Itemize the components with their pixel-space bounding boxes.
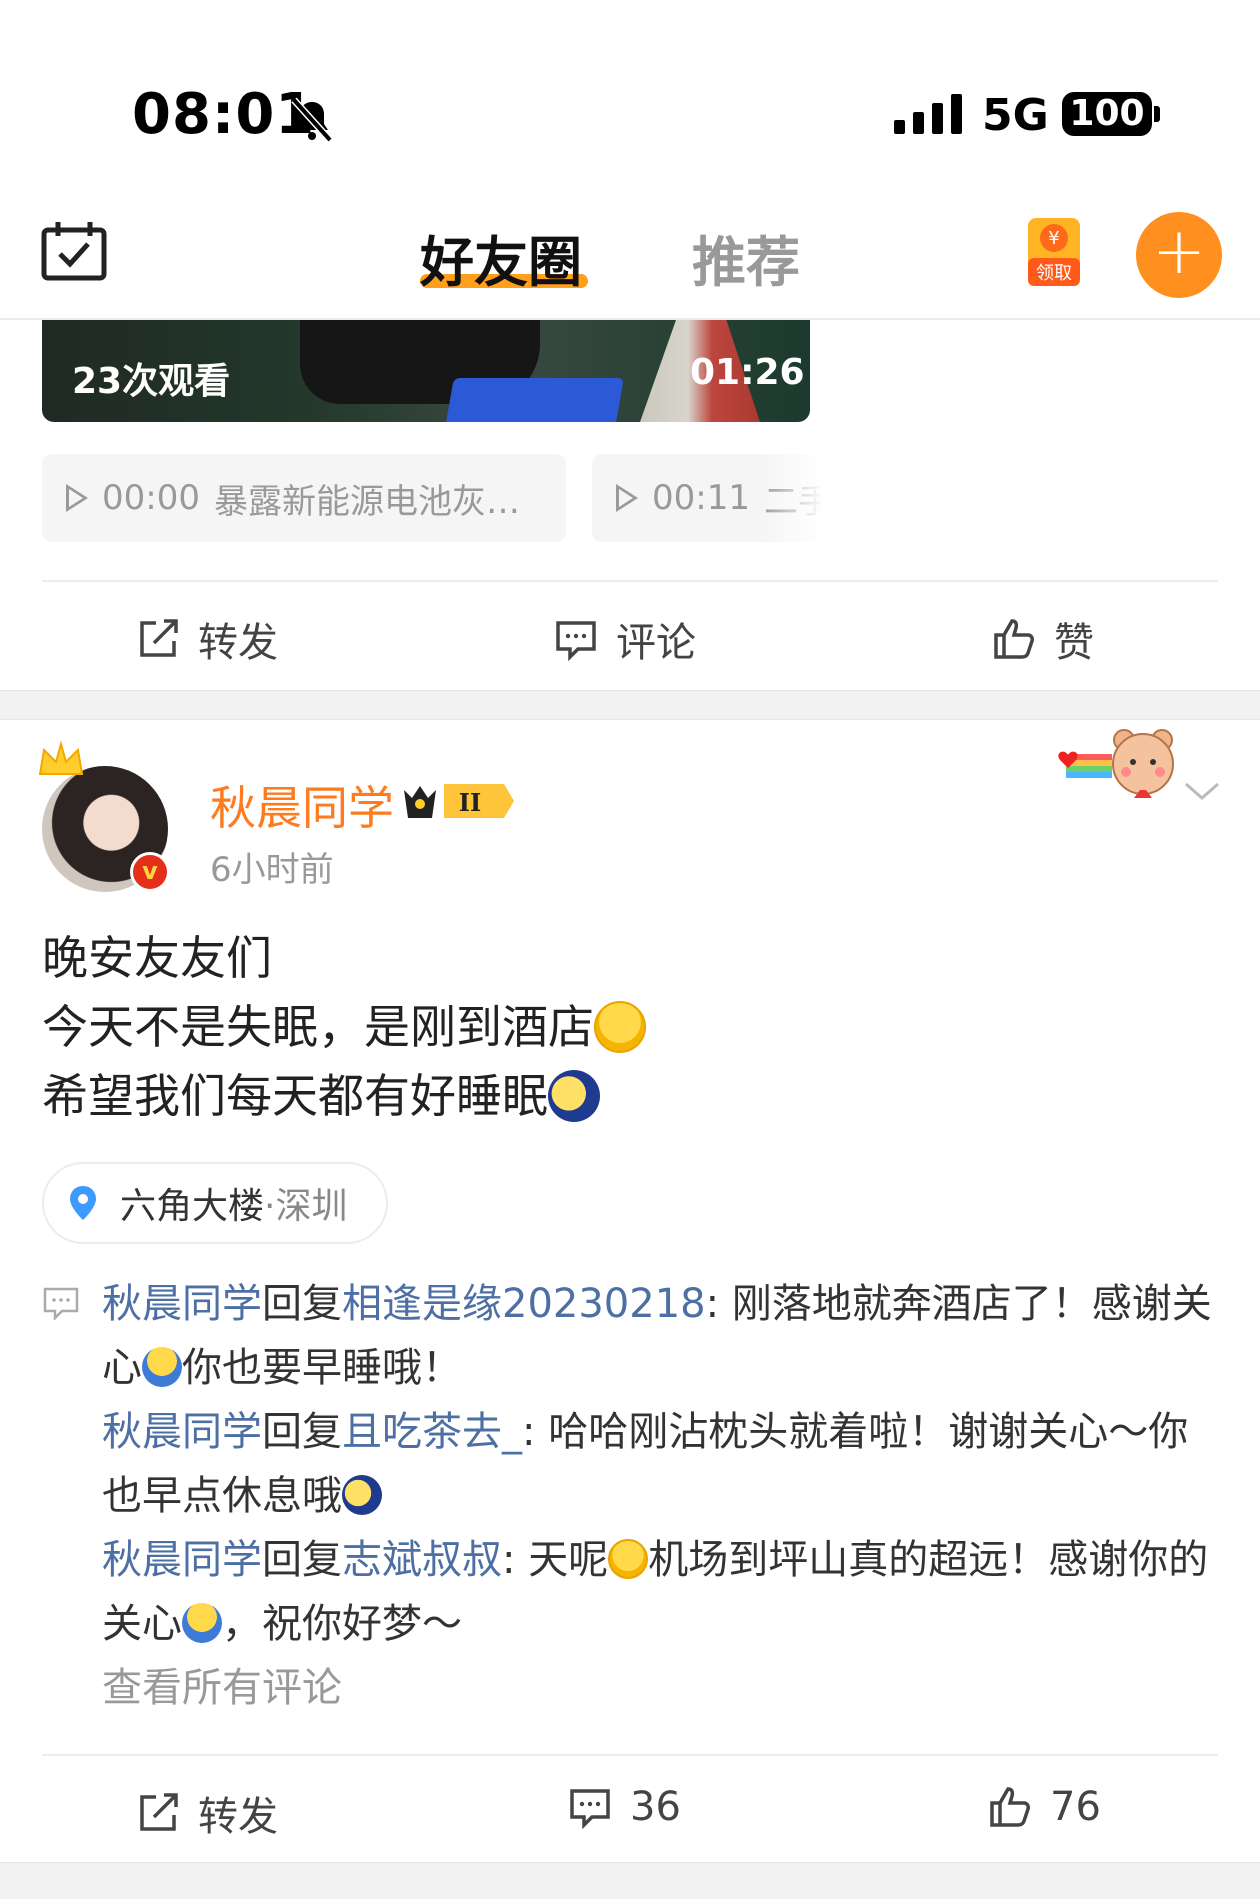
comment-target[interactable]: 相逢是缘20230218 (342, 1281, 706, 1327)
repost-icon (140, 619, 178, 657)
comment-icon (570, 1789, 610, 1829)
feed-separator (0, 1862, 1260, 1899)
comment-verb: 回复 (262, 1537, 342, 1583)
thumbs-up-icon (990, 1787, 1030, 1827)
mute-bell-icon (291, 97, 333, 143)
comment-text: 你也要早睡哦！ (182, 1345, 462, 1391)
comment-label: 评论 (616, 620, 696, 666)
location-city: 深圳 (275, 1186, 348, 1227)
location-place: 六角大楼 (120, 1186, 265, 1227)
location-separator: · (264, 1186, 276, 1227)
repost-icon (140, 1793, 178, 1831)
plus-button[interactable]: + (1136, 212, 1222, 298)
post-line: 希望我们每天都有好睡眠 (42, 1062, 646, 1131)
play-icon (616, 484, 638, 512)
comment-verb: 回复 (262, 1281, 342, 1327)
post-line-text: 希望我们每天都有好睡眠 (42, 1069, 548, 1123)
comment-preview-list[interactable]: 秋晨同学回复相逢是缘20230218: 刚落地就奔酒店了！感谢关心 你也要早睡哦！… (102, 1272, 1222, 1720)
verified-badge-icon: v (130, 852, 170, 892)
comment-author[interactable]: 秋晨同学 (102, 1409, 262, 1455)
chapter-chip[interactable]: 00:00 暴露新能源电池灰… (42, 454, 566, 542)
comment-author[interactable]: 秋晨同学 (102, 1281, 262, 1327)
comment-author[interactable]: 秋晨同学 (102, 1537, 262, 1583)
chip-fade (760, 454, 840, 542)
like-label: 赞 (1054, 620, 1094, 666)
post-username[interactable]: 秋晨同学 (210, 772, 394, 838)
divider (42, 1754, 1218, 1756)
calendar-check-icon[interactable] (40, 220, 108, 282)
like-button[interactable]: 76 (988, 1784, 1101, 1830)
laugh-cry-emoji-icon (594, 1001, 646, 1053)
comment-button[interactable]: 评论 (554, 610, 696, 668)
comment-icon (556, 621, 596, 661)
repost-button[interactable]: 转发 (136, 610, 278, 668)
comment-verb: 回复 (262, 1409, 342, 1455)
post-line: 晚安友友们 (42, 931, 272, 985)
thumbs-up-icon (994, 619, 1034, 659)
chapter-time: 00:00 (102, 478, 200, 518)
post-line: 今天不是失眠，是刚到酒店 (42, 993, 646, 1062)
battery-tip (1154, 106, 1160, 122)
comment-target[interactable]: 志斌叔叔 (342, 1537, 502, 1583)
hug-emoji-icon (182, 1603, 222, 1643)
video-duration: 01:26 (690, 352, 805, 393)
moon-emoji-icon (342, 1475, 382, 1515)
comment-text: : 天呢 (502, 1537, 609, 1583)
comment-preview-icon (43, 1287, 79, 1320)
chapter-title: 暴露新能源电池灰… (213, 481, 520, 522)
comment-count: 36 (630, 1784, 681, 1830)
hug-emoji-icon (142, 1347, 182, 1387)
play-icon (66, 484, 88, 512)
tab-recommend[interactable]: 推荐 (692, 218, 800, 297)
bear-sticker-icon (1058, 729, 1174, 798)
divider (42, 580, 1218, 582)
crown-icon (38, 740, 84, 775)
like-count: 76 (1050, 1784, 1101, 1830)
video-scene-basket (446, 378, 624, 422)
comment-target[interactable]: 且吃茶去_ (342, 1409, 522, 1455)
post-content: 晚安友友们 今天不是失眠，是刚到酒店 希望我们每天都有好睡眠 (42, 924, 646, 1131)
network-label: 5G (982, 90, 1049, 141)
battery-icon: 100 (1062, 92, 1152, 136)
signal-icon (894, 92, 962, 134)
feed-separator (0, 690, 1260, 720)
svg-text:II: II (459, 788, 481, 817)
tab-friends[interactable]: 好友圈 (420, 218, 582, 297)
svg-text:¥: ¥ (1048, 228, 1059, 249)
chapter-time: 00:11 (652, 478, 750, 518)
comment-button[interactable]: 36 (568, 1784, 681, 1830)
location-pin-icon (70, 1186, 96, 1220)
video-views: 23次观看 (72, 361, 231, 402)
repost-label: 转发 (198, 620, 278, 666)
comment-item[interactable]: 秋晨同学回复相逢是缘20230218: 刚落地就奔酒店了！感谢关心 你也要早睡哦！ (102, 1272, 1222, 1400)
chevron-down-icon[interactable] (1182, 776, 1222, 806)
repost-button[interactable]: 转发 (136, 1784, 278, 1842)
post-time: 6小时前 (210, 850, 334, 890)
moon-emoji-icon (548, 1070, 600, 1122)
red-envelope-icon[interactable]: ¥ 领取 (1026, 214, 1082, 288)
repost-label: 转发 (198, 1794, 278, 1840)
vip-level-icon[interactable]: II (400, 778, 518, 824)
comment-item[interactable]: 秋晨同学回复志斌叔叔: 天呢 机场到坪山真的超远！感谢你的关心 ，祝你好梦～ (102, 1528, 1222, 1656)
comment-item[interactable]: 秋晨同学回复且吃茶去_: 哈哈刚沾枕头就着啦！谢谢关心～你也早点休息哦 (102, 1400, 1222, 1528)
like-button[interactable]: 赞 (992, 610, 1094, 668)
redbag-label: 领取 (1036, 263, 1072, 284)
location-tag[interactable]: 六角大楼·深圳 (42, 1162, 388, 1244)
comment-text: ，祝你好梦～ (222, 1601, 462, 1647)
laugh-cry-emoji-icon (608, 1539, 649, 1579)
view-all-comments-link[interactable]: 查看所有评论 (102, 1656, 1222, 1720)
post-line-text: 今天不是失眠，是刚到酒店 (42, 1000, 594, 1054)
